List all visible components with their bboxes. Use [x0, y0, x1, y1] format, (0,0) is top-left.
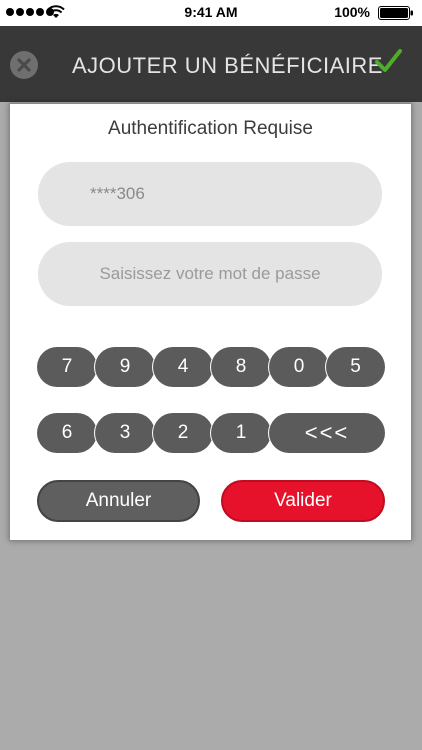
- status-bar: 9:41 AM 100%: [0, 0, 422, 26]
- keypad-key[interactable]: 6: [37, 413, 97, 453]
- password-field[interactable]: [38, 242, 382, 306]
- account-field[interactable]: [38, 162, 382, 226]
- close-button[interactable]: [10, 51, 38, 79]
- keypad-key[interactable]: 3: [95, 413, 155, 453]
- keypad-key[interactable]: 5: [326, 347, 385, 387]
- dialog-title: Authentification Requise: [108, 118, 313, 139]
- keypad-key[interactable]: 4: [153, 347, 213, 387]
- keypad-key[interactable]: 2: [153, 413, 213, 453]
- close-icon: [17, 58, 31, 72]
- battery-icon: [378, 6, 413, 20]
- keypad-key[interactable]: 7: [37, 347, 97, 387]
- backspace-key[interactable]: <<<: [269, 413, 385, 453]
- page-title: AJOUTER UN BÉNÉFICIAIRE: [72, 53, 383, 78]
- keypad-key[interactable]: 9: [95, 347, 155, 387]
- validate-button[interactable]: Valider: [221, 480, 385, 522]
- cancel-button[interactable]: Annuler: [37, 480, 200, 522]
- authentication-dialog: Authentification Requise 7 9 4 8 0 5 6 3…: [9, 103, 412, 541]
- battery-percentage: 100%: [334, 4, 370, 20]
- keypad-key[interactable]: 1: [211, 413, 271, 453]
- keypad-key[interactable]: 0: [269, 347, 329, 387]
- keypad-key[interactable]: 8: [211, 347, 271, 387]
- check-icon[interactable]: [374, 48, 402, 74]
